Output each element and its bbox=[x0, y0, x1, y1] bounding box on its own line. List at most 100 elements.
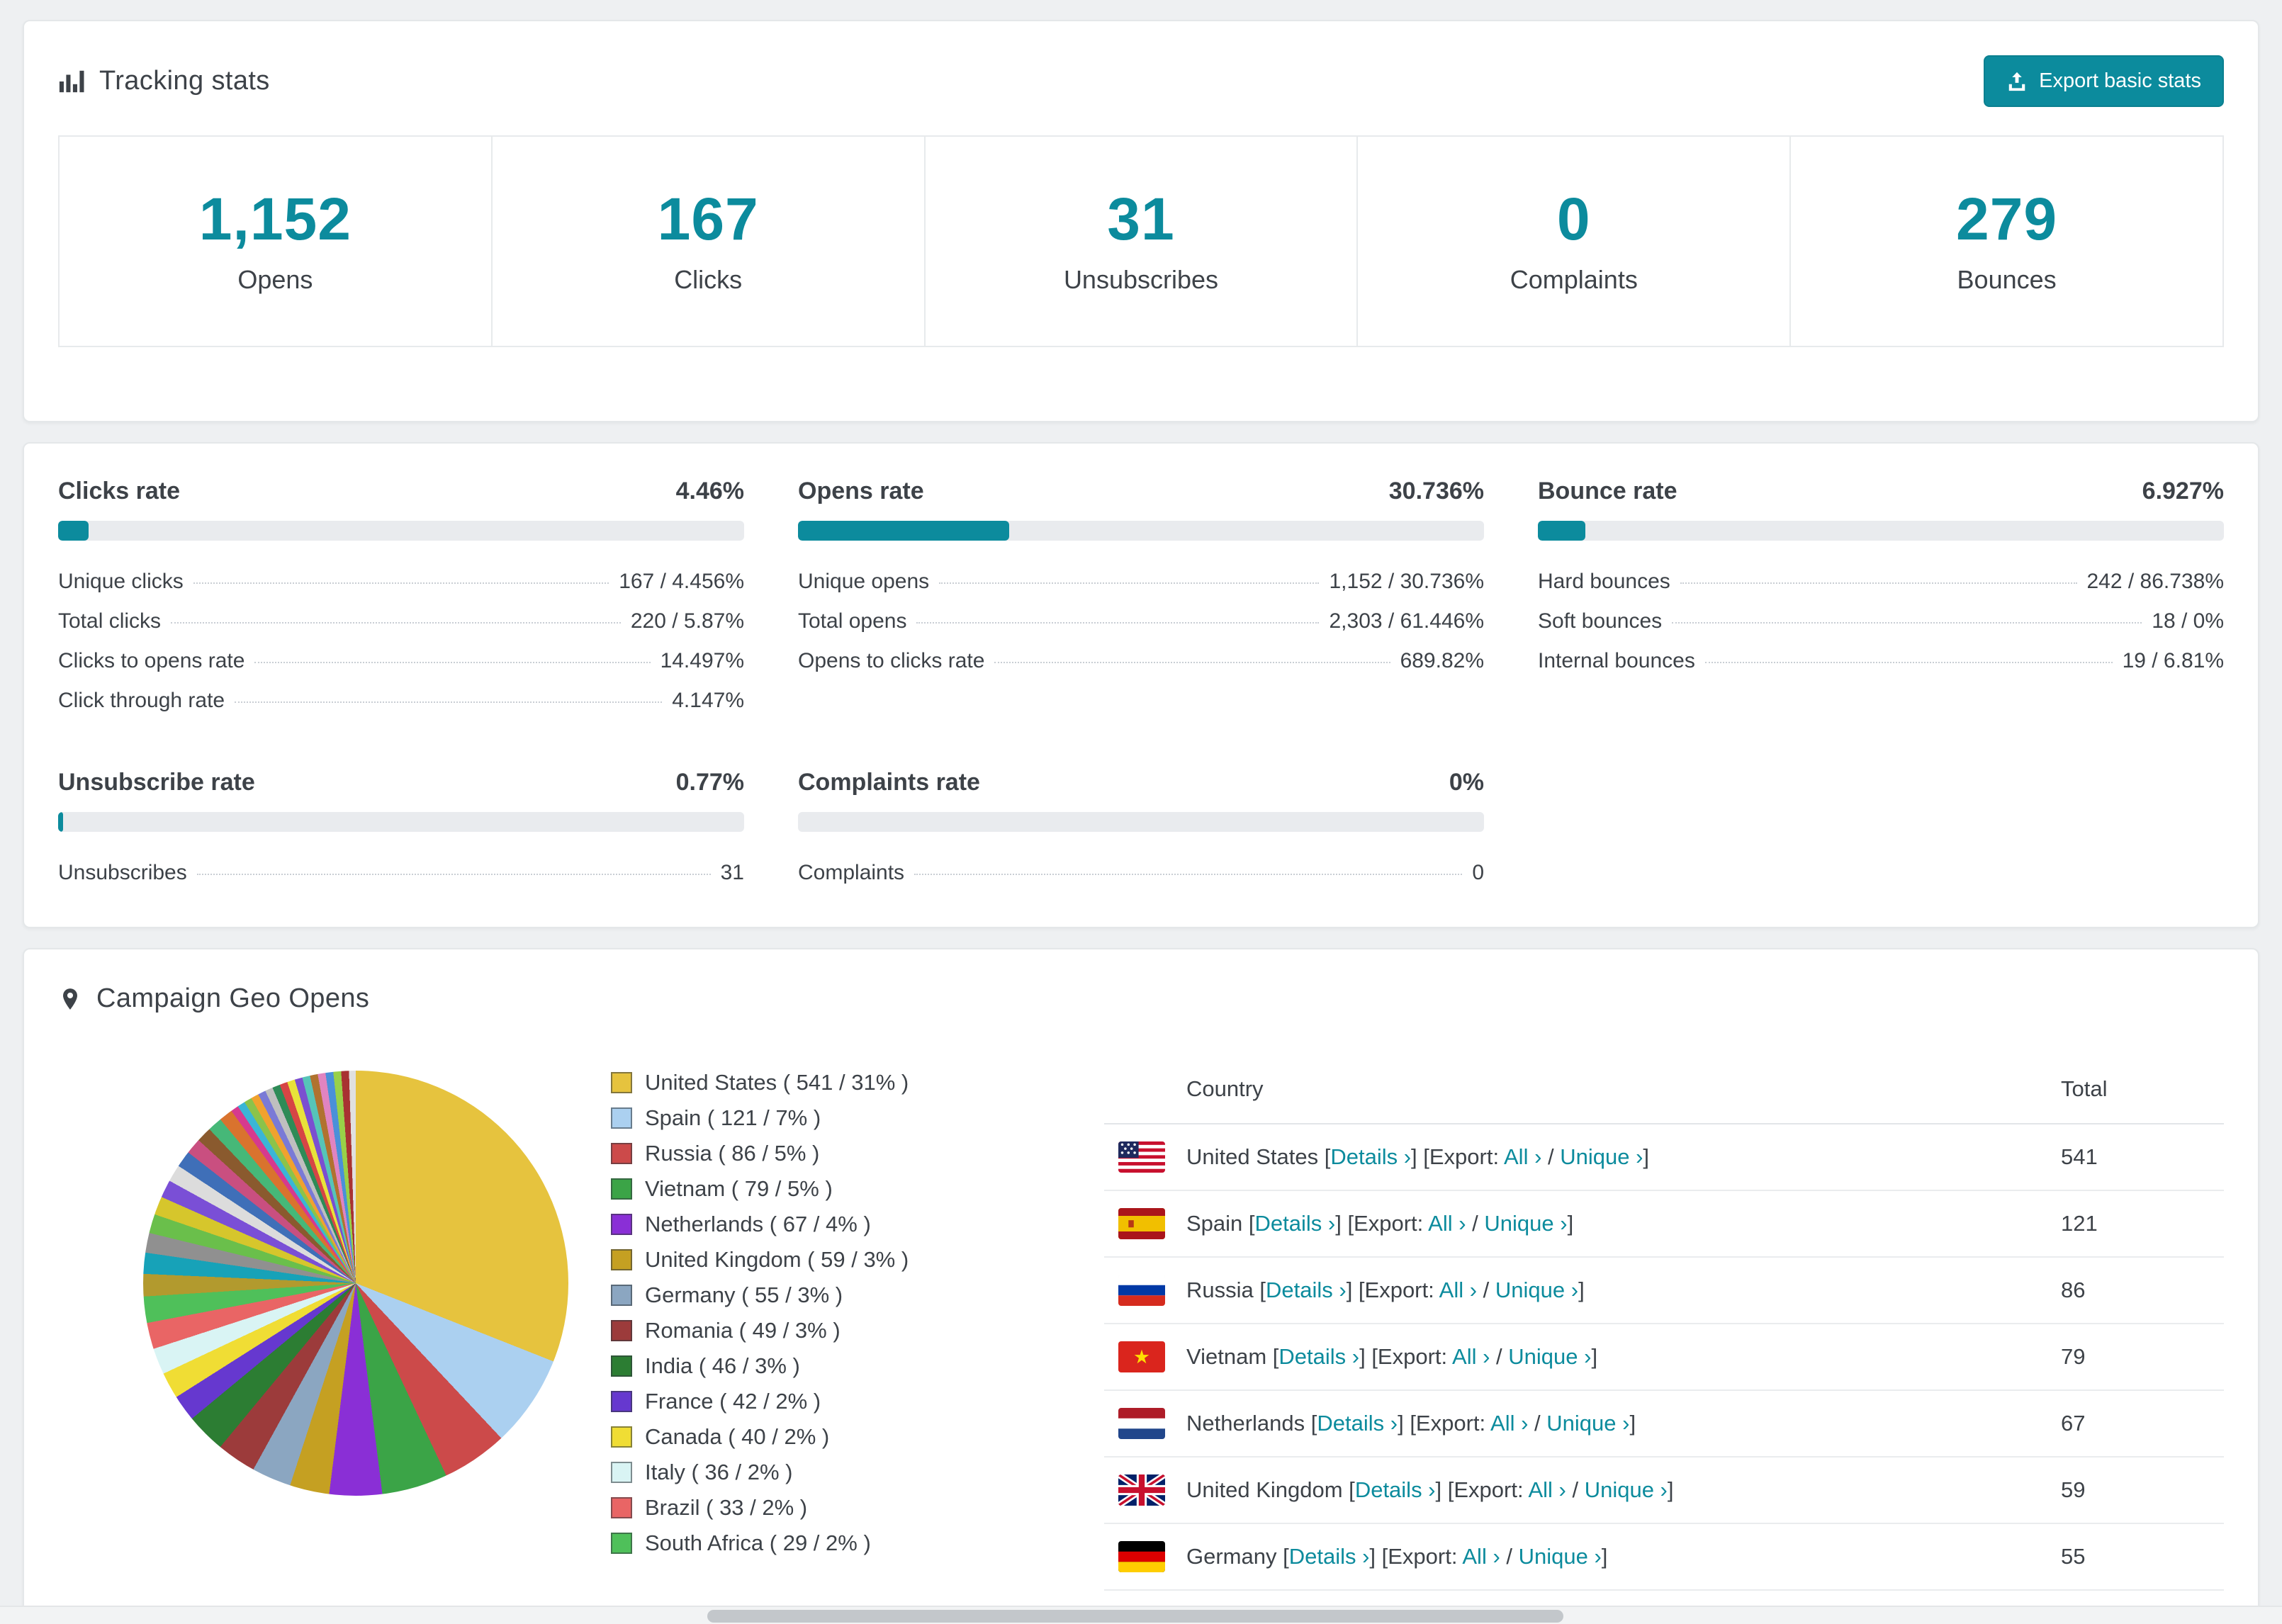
campaign-geo-opens-card: Campaign Geo Opens United States ( 541 /… bbox=[23, 948, 2259, 1624]
stat-box: 279 Bounces bbox=[1789, 137, 2222, 346]
table-row: Netherlands [Details ›] [Export: All › /… bbox=[1104, 1391, 2224, 1457]
legend-color-swatch bbox=[611, 1391, 632, 1412]
dotted-leader bbox=[1672, 622, 2142, 624]
total-cell: 541 bbox=[2061, 1144, 2098, 1169]
rate-row: Complaints 0 bbox=[798, 853, 1484, 893]
rate-value: 0% bbox=[1449, 769, 1484, 796]
export-unique-link[interactable]: Unique › bbox=[1546, 1411, 1629, 1436]
rate-row: Total opens 2,303 / 61.446% bbox=[798, 602, 1484, 641]
dotted-leader bbox=[254, 662, 651, 663]
stat-box: 1,152 Opens bbox=[60, 137, 491, 346]
details-link[interactable]: Details › bbox=[1330, 1144, 1411, 1169]
rate-row-label: Unique opens bbox=[798, 570, 930, 593]
details-link[interactable]: Details › bbox=[1355, 1477, 1436, 1502]
legend-color-swatch bbox=[611, 1285, 632, 1306]
rate-value: 6.927% bbox=[2142, 478, 2224, 504]
legend-item: India ( 46 / 3% ) bbox=[611, 1348, 1079, 1384]
legend-label: Canada ( 40 / 2% ) bbox=[645, 1424, 830, 1449]
geo-table-body: United States [Details ›] [Export: All ›… bbox=[1104, 1124, 2224, 1591]
legend-color-swatch bbox=[611, 1462, 632, 1483]
details-link[interactable]: Details › bbox=[1278, 1344, 1359, 1369]
export-all-link[interactable]: All › bbox=[1504, 1144, 1541, 1169]
export-unique-link[interactable]: Unique › bbox=[1519, 1544, 1602, 1569]
rate-row-label: Internal bounces bbox=[1538, 649, 1695, 672]
export-all-link[interactable]: All › bbox=[1452, 1344, 1490, 1369]
rate-row: Soft bounces 18 / 0% bbox=[1538, 602, 2224, 641]
total-cell: 67 bbox=[2061, 1411, 2086, 1436]
rate-value: 0.77% bbox=[675, 769, 744, 796]
rate-row-label: Unique clicks bbox=[58, 570, 184, 593]
dotted-leader bbox=[235, 701, 663, 703]
horizontal-scrollbar-track[interactable] bbox=[0, 1606, 2282, 1624]
rate-progress-track bbox=[798, 812, 1484, 832]
flag-column-spacer bbox=[1118, 1073, 1165, 1105]
rate-rows: Hard bounces 242 / 86.738% Soft bounces … bbox=[1538, 562, 2224, 681]
rate-block: Clicks rate 4.46% Unique clicks 167 / 4.… bbox=[58, 478, 744, 721]
legend-label: Brazil ( 33 / 2% ) bbox=[645, 1495, 808, 1520]
rate-row-value: 2,303 / 61.446% bbox=[1329, 609, 1484, 633]
total-cell: 59 bbox=[2061, 1477, 2086, 1502]
flag-de-icon bbox=[1118, 1541, 1165, 1572]
dashboard-page: Tracking stats Export basic stats 1,152 … bbox=[0, 0, 2282, 1624]
export-all-link[interactable]: All › bbox=[1528, 1477, 1566, 1502]
export-basic-stats-button[interactable]: Export basic stats bbox=[1984, 55, 2224, 107]
legend-label: Germany ( 55 / 3% ) bbox=[645, 1282, 843, 1307]
rate-header: Complaints rate 0% bbox=[798, 769, 1484, 796]
total-column-header: Total bbox=[2061, 1076, 2108, 1101]
details-link[interactable]: Details › bbox=[1255, 1211, 1336, 1236]
legend-item: Spain ( 121 / 7% ) bbox=[611, 1100, 1079, 1136]
legend-color-swatch bbox=[611, 1426, 632, 1448]
dotted-leader bbox=[1680, 582, 2077, 584]
rate-row-value: 14.497% bbox=[660, 649, 744, 672]
total-cell: 79 bbox=[2061, 1344, 2086, 1369]
rate-row: Hard bounces 242 / 86.738% bbox=[1538, 562, 2224, 602]
rate-header: Clicks rate 4.46% bbox=[58, 478, 744, 505]
export-unique-link[interactable]: Unique › bbox=[1484, 1211, 1567, 1236]
legend-label: Spain ( 121 / 7% ) bbox=[645, 1105, 821, 1130]
export-all-link[interactable]: All › bbox=[1428, 1211, 1466, 1236]
rate-row: Internal bounces 19 / 6.81% bbox=[1538, 641, 2224, 681]
rate-title: Clicks rate bbox=[58, 478, 180, 504]
flag-us-icon bbox=[1118, 1141, 1165, 1173]
horizontal-scrollbar-thumb[interactable] bbox=[707, 1610, 1563, 1623]
rate-header: Opens rate 30.736% bbox=[798, 478, 1484, 505]
rate-row-label: Total clicks bbox=[58, 609, 162, 633]
details-link[interactable]: Details › bbox=[1289, 1544, 1370, 1569]
stat-label: Clicks bbox=[674, 265, 743, 294]
flag-gb-icon bbox=[1118, 1474, 1165, 1506]
rate-header: Bounce rate 6.927% bbox=[1538, 478, 2224, 505]
rate-value: 4.46% bbox=[675, 478, 744, 504]
flag-nl-icon bbox=[1118, 1408, 1165, 1439]
rate-title: Complaints rate bbox=[798, 769, 980, 796]
export-unique-link[interactable]: Unique › bbox=[1508, 1344, 1591, 1369]
legend-item: Canada ( 40 / 2% ) bbox=[611, 1419, 1079, 1455]
legend-item: Romania ( 49 / 3% ) bbox=[611, 1313, 1079, 1348]
rate-row: Clicks to opens rate 14.497% bbox=[58, 641, 744, 681]
details-link[interactable]: Details › bbox=[1266, 1278, 1347, 1302]
details-link[interactable]: Details › bbox=[1317, 1411, 1398, 1436]
rate-header: Unsubscribe rate 0.77% bbox=[58, 769, 744, 796]
rate-progress-track bbox=[798, 521, 1484, 541]
country-cell: Vietnam [Details ›] [Export: All › / Uni… bbox=[1186, 1344, 1598, 1369]
stat-box: 31 Unsubscribes bbox=[923, 137, 1357, 346]
export-unique-link[interactable]: Unique › bbox=[1495, 1278, 1578, 1302]
export-all-link[interactable]: All › bbox=[1439, 1278, 1477, 1302]
dotted-leader bbox=[196, 874, 711, 875]
rate-row-value: 1,152 / 30.736% bbox=[1329, 570, 1484, 593]
rate-progress-fill bbox=[58, 521, 89, 541]
country-cell: Netherlands [Details ›] [Export: All › /… bbox=[1186, 1411, 1636, 1436]
rates-grid: Clicks rate 4.46% Unique clicks 167 / 4.… bbox=[58, 478, 2224, 893]
export-unique-link[interactable]: Unique › bbox=[1560, 1144, 1643, 1169]
export-all-link[interactable]: All › bbox=[1462, 1544, 1500, 1569]
campaign-geo-opens-title: Campaign Geo Opens bbox=[96, 983, 370, 1013]
table-row: United Kingdom [Details ›] [Export: All … bbox=[1104, 1457, 2224, 1524]
export-all-link[interactable]: All › bbox=[1490, 1411, 1528, 1436]
stat-box: 167 Clicks bbox=[490, 137, 924, 346]
bar-chart-icon bbox=[58, 68, 85, 95]
country-column-header: Country bbox=[1186, 1076, 1264, 1101]
country-cell: Germany [Details ›] [Export: All › / Uni… bbox=[1186, 1544, 1608, 1569]
export-unique-link[interactable]: Unique › bbox=[1585, 1477, 1668, 1502]
rate-row: Click through rate 4.147% bbox=[58, 681, 744, 721]
rate-rows: Unique opens 1,152 / 30.736% Total opens… bbox=[798, 562, 1484, 681]
legend-color-swatch bbox=[611, 1107, 632, 1129]
